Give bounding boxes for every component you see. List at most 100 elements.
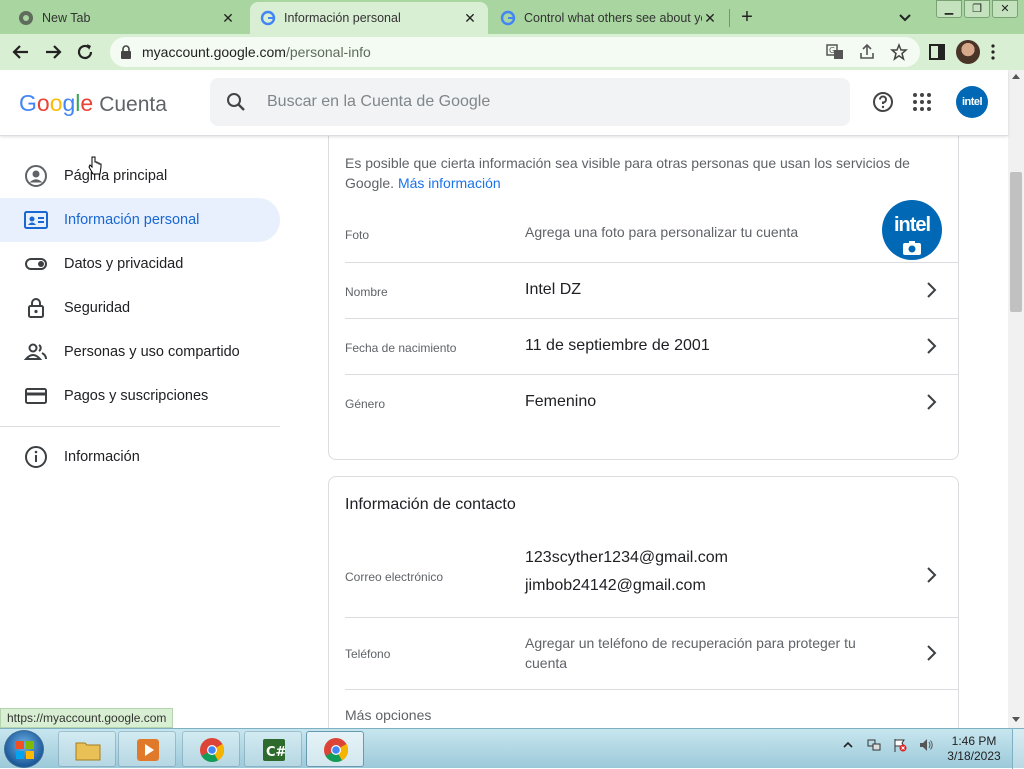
windows-taskbar: C# 1:46 PM 3/18/2023 [0, 728, 1024, 769]
scroll-up-icon[interactable] [1012, 74, 1020, 79]
nav-item-datos-y-privacidad[interactable]: Datos y privacidad [0, 242, 280, 286]
window-close-button[interactable]: ✕ [992, 0, 1018, 18]
toggle-icon [25, 258, 47, 270]
name-value: Intel DZ [525, 281, 582, 298]
more-options-row[interactable]: Más opciones [345, 689, 958, 728]
tab-new-tab[interactable]: New Tab ✕ [8, 2, 246, 34]
tab-label: Control what others see about yo [524, 11, 702, 25]
camera-icon [903, 241, 921, 255]
account-search[interactable]: Buscar en la Cuenta de Google [210, 78, 850, 126]
logo-letter: G [19, 90, 37, 116]
taskbar-explorer[interactable] [58, 731, 116, 767]
google-icon [500, 10, 516, 26]
clock-time: 1:46 PM [951, 734, 997, 748]
more-info-link[interactable]: Más información [398, 175, 501, 191]
search-placeholder: Buscar en la Cuenta de Google [267, 93, 491, 110]
lock-icon [121, 45, 131, 59]
tab-label: New Tab [42, 11, 91, 25]
header-icons [872, 91, 932, 113]
url-path: /personal-info [285, 44, 371, 60]
volume-icon[interactable] [918, 737, 934, 753]
toolbar-right [928, 40, 996, 64]
taskbar-clock[interactable]: 1:46 PM 3/18/2023 [944, 734, 1004, 764]
share-icon[interactable] [858, 43, 876, 61]
close-icon[interactable]: ✕ [702, 10, 718, 26]
card-description: Es posible que cierta información sea vi… [345, 153, 935, 193]
photo-text: intel [893, 214, 931, 236]
phone-hint: Agregar un teléfono de recuperación para… [525, 635, 856, 671]
apps-grid-icon[interactable] [912, 92, 932, 112]
bookmark-star-icon[interactable] [890, 43, 908, 61]
translate-icon[interactable]: G [826, 43, 844, 61]
chevron-right-icon [927, 282, 937, 298]
maximize-button[interactable]: ❐ [964, 0, 990, 18]
nav-item-pagos-y-suscripciones[interactable]: Pagos y suscripciones [0, 374, 280, 418]
back-icon[interactable] [10, 41, 32, 63]
action-center-flag-icon[interactable] [892, 737, 908, 753]
forward-icon[interactable] [42, 41, 64, 63]
row-label: Fecha de nacimiento [345, 341, 457, 355]
row-label: Foto [345, 228, 370, 242]
logo-letter: e [80, 90, 94, 116]
scrollbar-thumb[interactable] [1010, 172, 1022, 312]
credit-card-icon [25, 388, 47, 404]
nav-item-pagina-principal[interactable]: Página principal [0, 154, 280, 198]
scroll-down-icon[interactable] [1012, 717, 1020, 722]
google-account-header: Google Cuenta Buscar en la Cuenta de Goog… [0, 70, 1008, 136]
tab-control-what-others-see[interactable]: Control what others see about yo ✕ [490, 2, 728, 34]
start-button[interactable] [4, 730, 44, 768]
profile-avatar[interactable] [956, 40, 980, 64]
google-cuenta-logo[interactable]: Google Cuenta [19, 90, 167, 117]
phone-row[interactable]: Teléfono Agregar un teléfono de recupera… [345, 617, 958, 689]
nav-label: Pagos y suscripciones [64, 388, 209, 404]
nav-item-seguridad[interactable]: Seguridad [0, 286, 280, 330]
tab-informacion-personal[interactable]: Información personal ✕ [250, 2, 488, 34]
photo-row[interactable]: Foto Agrega una foto para personalizar t… [345, 200, 958, 262]
side-nav: Página principal Información personal Da… [0, 154, 280, 479]
csharp-icon: C# [263, 739, 287, 761]
nav-item-informacion-personal[interactable]: Información personal [0, 198, 280, 242]
network-icon[interactable] [866, 737, 882, 753]
taskbar-chrome-2[interactable] [306, 731, 364, 767]
nav-item-personas-y-uso-compartido[interactable]: Personas y uso compartido [0, 330, 280, 374]
profile-photo[interactable]: intel [882, 200, 942, 260]
nav-label: Información [64, 449, 140, 465]
help-icon[interactable] [872, 91, 894, 113]
basic-info-card: Información básica Es posible que cierta… [328, 100, 959, 460]
close-icon[interactable]: ✕ [220, 10, 236, 26]
nav-divider [0, 426, 280, 427]
photo-hint: Agrega una foto para personalizar tu cue… [525, 224, 799, 240]
chevron-down-icon[interactable] [896, 8, 914, 26]
kebab-menu-icon[interactable] [990, 43, 996, 61]
show-desktop-button[interactable] [1012, 729, 1024, 769]
more-options-label: Más opciones [345, 707, 432, 723]
name-row[interactable]: Nombre Intel DZ [345, 262, 958, 318]
chrome-icon [19, 11, 33, 25]
taskbar-media-player[interactable] [118, 731, 176, 767]
search-icon [227, 93, 245, 111]
close-icon[interactable]: ✕ [462, 10, 478, 26]
show-hidden-icons-icon[interactable] [840, 737, 856, 753]
nav-label: Página principal [64, 168, 168, 184]
side-panel-icon[interactable] [928, 43, 946, 61]
new-tab-button[interactable]: + [736, 6, 758, 28]
taskbar-chrome-1[interactable] [182, 731, 240, 767]
tab-strip: New Tab ✕ Información personal ✕ Control… [0, 0, 1024, 34]
account-avatar[interactable]: intel [956, 86, 988, 118]
logo-letter: o [36, 90, 50, 116]
birthdate-row[interactable]: Fecha de nacimiento 11 de septiembre de … [345, 318, 958, 374]
nav-item-informacion[interactable]: Información [0, 435, 280, 479]
minimize-button[interactable]: ▁ [936, 0, 962, 18]
media-player-icon [137, 739, 159, 761]
row-label: Teléfono [345, 647, 391, 661]
birthdate-value: 11 de septiembre de 2001 [525, 337, 710, 354]
address-bar[interactable]: myaccount.google.com/personal-info G [110, 37, 920, 67]
chevron-right-icon [927, 338, 937, 354]
taskbar-csharp[interactable]: C# [244, 731, 302, 767]
omnibox-icons: G [826, 43, 908, 61]
gender-row[interactable]: Género Femenino [345, 374, 958, 430]
page-scrollbar[interactable] [1008, 70, 1024, 728]
reload-icon[interactable] [74, 41, 96, 63]
chevron-right-icon [927, 567, 937, 583]
email-row[interactable]: Correo electrónico 123scyther1234@gmail.… [345, 539, 958, 617]
